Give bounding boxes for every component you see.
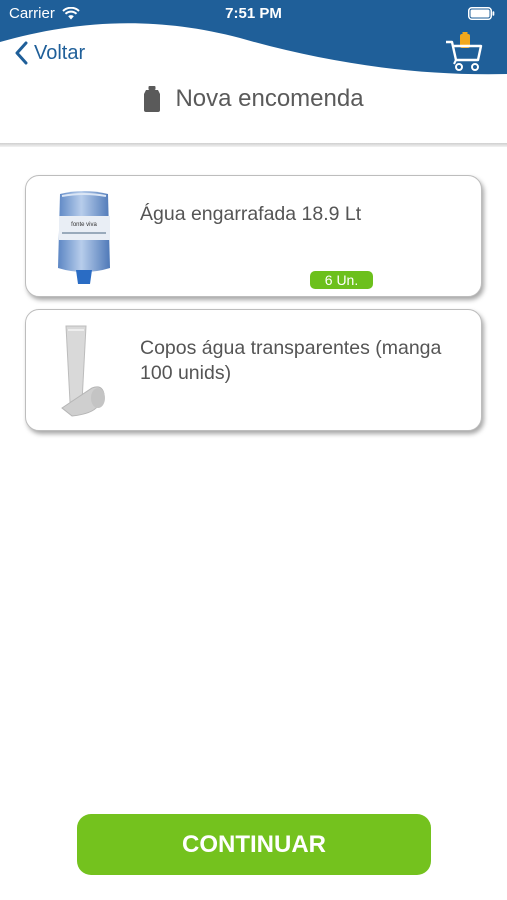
status-time: 7:51 PM bbox=[225, 5, 282, 22]
cart-button[interactable] bbox=[444, 30, 486, 72]
battery-icon bbox=[468, 7, 495, 20]
bottle-brand-label: fonte viva bbox=[71, 222, 97, 228]
chevron-left-icon bbox=[15, 41, 28, 65]
continue-button[interactable]: CONTINUAR bbox=[77, 814, 431, 875]
plastic-cups-image bbox=[61, 325, 105, 417]
product-card-water[interactable]: fonte viva Água engarrafada 18.9 Lt 6 Un… bbox=[25, 175, 482, 297]
bottle-icon bbox=[144, 86, 161, 112]
back-label: Voltar bbox=[34, 41, 86, 64]
page-title: Nova encomenda bbox=[175, 85, 364, 112]
product-card-cups[interactable]: Copos água transparentes (manga 100 unid… bbox=[25, 309, 482, 431]
shopping-cart-icon bbox=[446, 32, 483, 71]
page-header: Nova encomenda bbox=[0, 80, 507, 118]
back-button[interactable]: Voltar bbox=[14, 38, 85, 68]
product-name: Copos água transparentes (manga 100 unid… bbox=[140, 337, 442, 384]
quantity-badge: 6 Un. bbox=[310, 271, 373, 289]
header-divider bbox=[0, 143, 507, 147]
status-bar: Carrier 7:51 PM bbox=[0, 0, 507, 28]
water-bottle-image: fonte viva bbox=[58, 191, 110, 284]
product-name: Água engarrafada 18.9 Lt bbox=[140, 203, 362, 225]
